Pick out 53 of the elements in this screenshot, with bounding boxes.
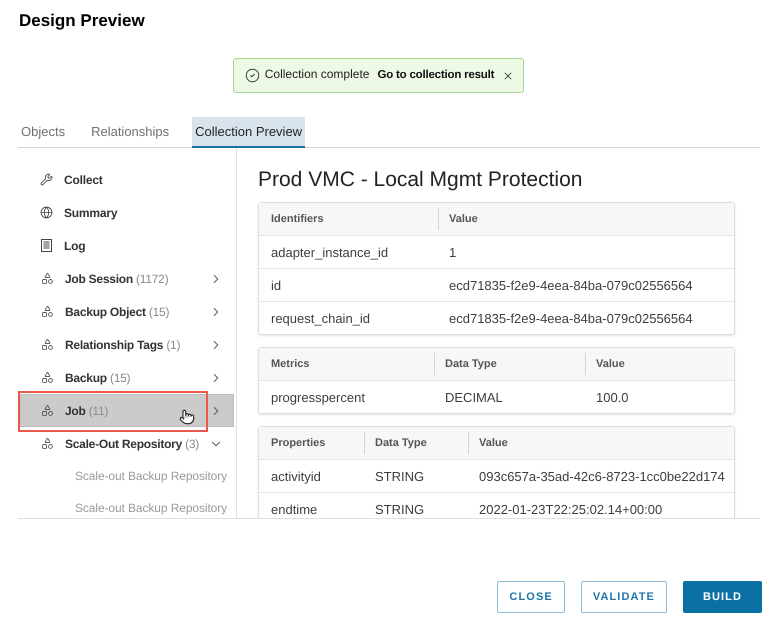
dialog-title: Design Preview bbox=[19, 10, 145, 32]
sidebar-item[interactable]: Relationship Tags (1) bbox=[20, 328, 234, 361]
column-header: Metrics bbox=[270, 356, 310, 372]
detail-title: Prod VMC - Local Mgmt Protection bbox=[258, 167, 582, 193]
dialog-button[interactable]: BUILD bbox=[683, 581, 762, 613]
tab[interactable]: Collection Preview bbox=[192, 117, 306, 148]
table-cell: activityid bbox=[271, 468, 321, 484]
wrench-icon bbox=[40, 173, 53, 186]
dialog-button[interactable]: CLOSE bbox=[497, 581, 565, 613]
document-icon bbox=[41, 239, 52, 252]
column-header: Value bbox=[478, 436, 508, 451]
column-header: Data Type bbox=[374, 436, 427, 451]
tab[interactable]: Relationships bbox=[88, 117, 172, 148]
sidebar-item[interactable]: Log bbox=[20, 229, 234, 262]
shapes-icon bbox=[41, 437, 54, 450]
table-cell: 1 bbox=[449, 244, 456, 260]
table-cell: endtime bbox=[271, 502, 318, 516]
column-header: Data Type bbox=[444, 356, 497, 372]
table-cell: ecd71835-f2e9-4eea-84ba-079c02556564 bbox=[449, 278, 693, 292]
table-cell: 093c657a-35ad-42c6-8723-1cc0be22d174 bbox=[479, 468, 725, 484]
shapes-icon bbox=[41, 404, 54, 417]
check-circle-icon bbox=[244, 68, 260, 83]
sidebar-item[interactable]: Backup (15) bbox=[20, 361, 234, 394]
shapes-icon bbox=[41, 338, 54, 351]
sidebar-item[interactable]: Job Session (1172) bbox=[20, 262, 234, 295]
shapes-icon bbox=[41, 272, 54, 285]
dialog-button[interactable]: VALIDATE bbox=[580, 581, 667, 613]
column-header: Properties bbox=[270, 436, 326, 451]
table-cell: STRING bbox=[375, 468, 424, 484]
table-cell: ecd71835-f2e9-4eea-84ba-079c02556564 bbox=[449, 310, 693, 326]
table-cell: DECIMAL bbox=[445, 390, 503, 404]
column-header: Value bbox=[595, 356, 625, 372]
shapes-icon bbox=[41, 305, 54, 318]
table-cell: STRING bbox=[375, 502, 424, 516]
table-cell: 100.0 bbox=[596, 390, 629, 404]
table-cell: adapter_instance_id bbox=[271, 244, 388, 260]
table-cell: progresspercent bbox=[271, 390, 365, 404]
sidebar-item[interactable]: Backup Object (15) bbox=[20, 295, 234, 328]
hand-cursor-icon bbox=[179, 409, 195, 425]
tab[interactable]: Objects bbox=[18, 117, 68, 148]
toast-link[interactable]: Go to collection result bbox=[377, 68, 494, 83]
globe-icon bbox=[40, 206, 53, 219]
sidebar-item[interactable]: Scale-Out Repository (3) bbox=[20, 427, 234, 460]
column-header: Value bbox=[448, 212, 478, 227]
table-cell: request_chain_id bbox=[271, 310, 370, 326]
close-icon[interactable] bbox=[502, 70, 514, 82]
sidebar-item[interactable]: Collect bbox=[20, 163, 234, 196]
shapes-icon bbox=[41, 371, 54, 384]
toast-message: Collection complete bbox=[264, 66, 370, 82]
table-cell: 2022-01-23T22:25:02.14+00:00 bbox=[479, 502, 662, 516]
sidebar-item[interactable]: Summary bbox=[20, 196, 234, 229]
table-cell: id bbox=[271, 278, 282, 292]
column-header: Identifiers bbox=[270, 212, 324, 227]
